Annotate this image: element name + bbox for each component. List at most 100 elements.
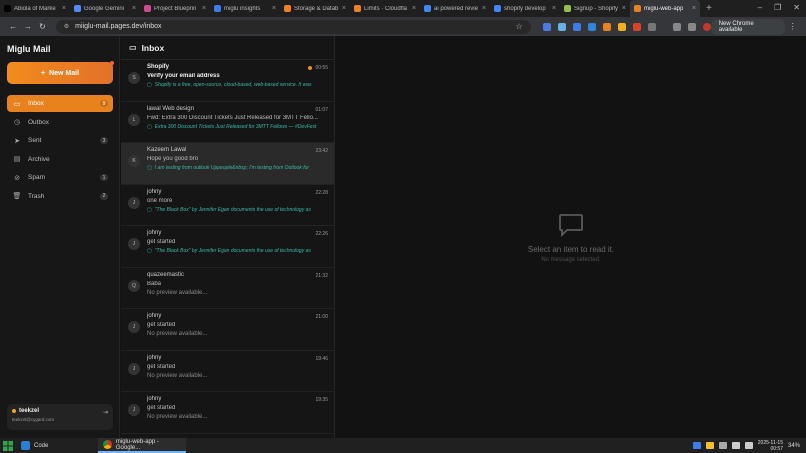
mail-time-text: 23:42	[315, 148, 328, 154]
mail-subject: get started	[147, 405, 176, 411]
browser-tab[interactable]: Abiola of Marke ×	[0, 0, 70, 17]
download-icon[interactable]	[672, 22, 681, 31]
tab-favicon-icon	[144, 5, 151, 12]
browser-tab[interactable]: shopify develop ×	[490, 0, 560, 17]
browser-tab[interactable]: Storage & Datab ×	[280, 0, 350, 17]
taskbar-vscode[interactable]: Code	[21, 441, 48, 450]
sidebar-item-label: Spam	[28, 174, 45, 181]
address-bar[interactable]: ⚙ miiglu-mail.pages.dev/inbox ☆	[55, 19, 531, 34]
browser-tab[interactable]: ai powered revie ×	[420, 0, 490, 17]
taskbar-chrome[interactable]: miglu-web-app - Google...	[98, 438, 187, 453]
extensions-area	[542, 22, 711, 31]
mail-list-item[interactable]: K Kazeem Lawal 23:42 Hope you good bro ▢ I…	[121, 143, 334, 185]
mail-time-text: 22:26	[315, 231, 328, 237]
tab-title: shopify develop	[504, 5, 546, 12]
tray-folder-icon[interactable]	[705, 442, 714, 449]
tab-close-icon[interactable]: ×	[62, 5, 66, 12]
mail-no-preview: No preview available...	[147, 414, 208, 420]
sidebar-item-inbox[interactable]: ▭ Inbox 9	[7, 95, 113, 112]
mail-preview: ▢ Shopify is a free, open-source, cloud-b…	[147, 82, 328, 88]
tab-close-icon[interactable]: ×	[622, 5, 626, 12]
tab-close-icon[interactable]: ×	[132, 5, 136, 12]
mail-sender: johny	[147, 313, 162, 319]
system-clock[interactable]: 2025-11-15 00:57	[758, 440, 783, 452]
pen-extension-icon[interactable]	[557, 22, 566, 31]
tab-title: Google Gemini	[84, 5, 125, 12]
browser-tab[interactable]: Google Gemini ×	[70, 0, 140, 17]
sidebar-item-outbox[interactable]: ◷ Outbox	[7, 114, 113, 131]
volume-icon[interactable]	[744, 442, 753, 449]
sidebar-item-archive[interactable]: ▤ Archive	[7, 151, 113, 168]
tab-close-icon[interactable]: ×	[482, 5, 486, 12]
browser-tab[interactable]: miglu-web-app ×	[630, 0, 700, 17]
forward-icon[interactable]: →	[21, 22, 36, 31]
extensions-puzzle-icon[interactable]	[647, 22, 656, 31]
wifi-icon[interactable]	[731, 442, 740, 449]
translate-icon[interactable]	[542, 22, 551, 31]
mail-time: 21:00	[315, 314, 328, 320]
tab-close-icon[interactable]: ×	[552, 5, 556, 12]
windows-start-icon[interactable]	[3, 440, 13, 451]
mail-list-item[interactable]: J johny 21:00 get started No preview avai…	[121, 309, 334, 351]
folder-count-badge: 3	[100, 137, 108, 144]
menu-kebab-icon[interactable]: ⋮	[785, 22, 800, 31]
maximize-icon[interactable]: ❐	[774, 3, 781, 12]
profile-avatar[interactable]	[702, 22, 711, 31]
yellow-extension-icon[interactable]	[617, 22, 626, 31]
tab-favicon-icon	[634, 5, 641, 12]
tab-close-icon[interactable]: ×	[202, 5, 206, 12]
tab-close-icon[interactable]: ×	[272, 5, 276, 12]
tray-shield-icon[interactable]	[718, 442, 727, 449]
folder-count-badge: 1	[100, 174, 108, 181]
mail-list-item[interactable]: J johny 19:46 get started No preview avai…	[121, 351, 334, 392]
sidebar-item-label: Inbox	[28, 100, 44, 107]
new-tab-icon[interactable]: +	[706, 3, 712, 14]
browser-tab[interactable]: Signup - Shopify ×	[560, 0, 630, 17]
mail-list-item[interactable]: J johny 22:28 one more ▢ "The Black Box" b…	[121, 185, 334, 226]
red-extension-icon[interactable]	[632, 22, 641, 31]
trash-icon: 🗑	[12, 193, 22, 200]
inbox-header-icon: ▭	[129, 43, 137, 52]
mail-list-item[interactable]: L lawal Web design 01:07 Fwd: Extra 300 …	[121, 102, 334, 143]
browser-tab[interactable]: miglu insights ×	[210, 0, 280, 17]
cast-icon[interactable]	[687, 22, 696, 31]
mail-preview-text: Shopify is a free, open-source, cloud-ba…	[154, 82, 312, 88]
shield-extension-icon[interactable]	[587, 22, 596, 31]
sidebar-item-sent[interactable]: ➤ Sent 3	[7, 132, 113, 149]
sidebar-item-spam[interactable]: ⊘ Spam 1	[7, 169, 113, 186]
tab-favicon-icon	[494, 5, 501, 12]
folder-count-badge: 9	[100, 100, 108, 107]
sidebar-item-label: Outbox	[28, 118, 49, 126]
browser-tab[interactable]: Project Blueprin ×	[140, 0, 210, 17]
mail-list-item[interactable]: J johny 22:26 get started ▢ "The Black Box…	[121, 226, 334, 268]
clock-time: 00:57	[770, 445, 783, 452]
new-mail-label: New Mail	[49, 69, 80, 77]
mail-list-item[interactable]: S Shopify 00:55 Verify your email addres…	[121, 60, 334, 102]
mail-list-item[interactable]: Q quazeemastic 21:32 Baba No preview avai…	[121, 268, 334, 309]
sender-avatar: J	[128, 404, 140, 416]
mail-no-preview: No preview available...	[147, 331, 208, 337]
mail-time-text: 21:00	[315, 314, 328, 320]
browser-tab[interactable]: Limits · Cloudfla ×	[350, 0, 420, 17]
back-icon[interactable]: ←	[6, 22, 21, 31]
logout-icon[interactable]: ⇥	[103, 409, 108, 416]
bookmark-star-icon[interactable]: ☆	[516, 22, 523, 31]
sender-avatar: J	[128, 196, 140, 209]
sender-avatar: S	[128, 72, 140, 84]
sidebar-item-trash[interactable]: 🗑 Trash 2	[7, 188, 113, 205]
mail-list-item[interactable]: J johny 19:35 get started No preview avai…	[121, 392, 334, 434]
site-info-icon[interactable]: ⚙	[64, 23, 69, 30]
tab-close-icon[interactable]: ×	[692, 5, 696, 12]
tab-close-icon[interactable]: ×	[342, 5, 346, 12]
tab-title: Limits · Cloudfla	[364, 5, 408, 12]
tray-app-icon[interactable]	[692, 442, 701, 449]
chrome-update-button[interactable]: New Chrome available	[710, 18, 786, 35]
mail-subject: get started	[147, 322, 176, 328]
reload-icon[interactable]: ↻	[35, 22, 50, 31]
close-window-icon[interactable]: ✕	[793, 3, 800, 12]
new-mail-button[interactable]: + New Mail	[7, 61, 114, 84]
tab-close-icon[interactable]: ×	[412, 5, 416, 12]
minimize-icon[interactable]: –	[758, 3, 762, 12]
screen-extension-icon[interactable]	[572, 22, 581, 31]
orange-extension-icon[interactable]	[602, 22, 611, 31]
